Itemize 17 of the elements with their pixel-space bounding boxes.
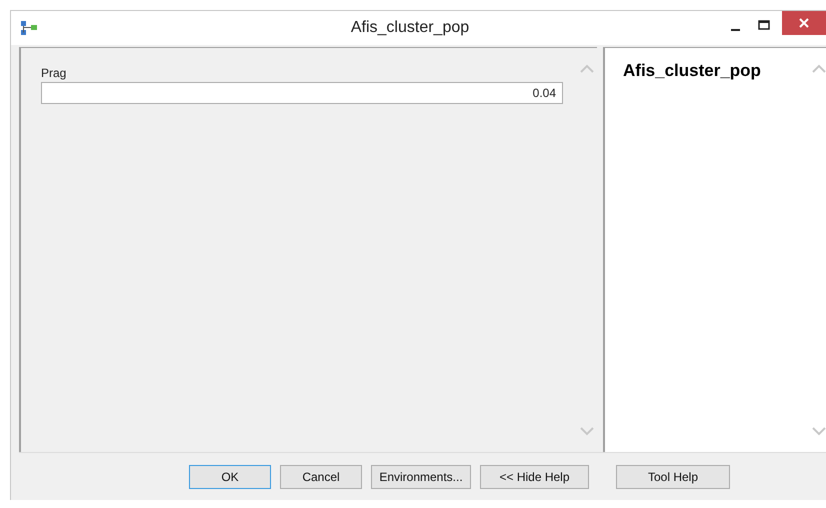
dialog-button[interactable]: OK (189, 464, 271, 488)
dialog-button[interactable]: Environments... (371, 464, 471, 488)
model-icon (20, 20, 38, 36)
parameter-field[interactable]: 0.04 (41, 82, 563, 104)
scroll-down-icon[interactable] (580, 426, 594, 436)
close-button[interactable] (782, 11, 826, 35)
scroll-down-icon[interactable] (812, 426, 826, 436)
dialog-button[interactable]: Tool Help (616, 464, 730, 488)
scroll-up-icon[interactable] (580, 64, 594, 74)
parameter-label: Prag (41, 65, 68, 82)
help-title: Afis_cluster_pop (623, 61, 761, 80)
window-title: Afis_cluster_pop (350, 18, 470, 38)
maximize-icon (758, 20, 770, 30)
dialog-button[interactable]: << Hide Help (480, 464, 589, 488)
dialog-button[interactable]: Cancel (280, 464, 362, 488)
close-icon (799, 18, 809, 28)
scroll-up-icon[interactable] (812, 64, 826, 74)
